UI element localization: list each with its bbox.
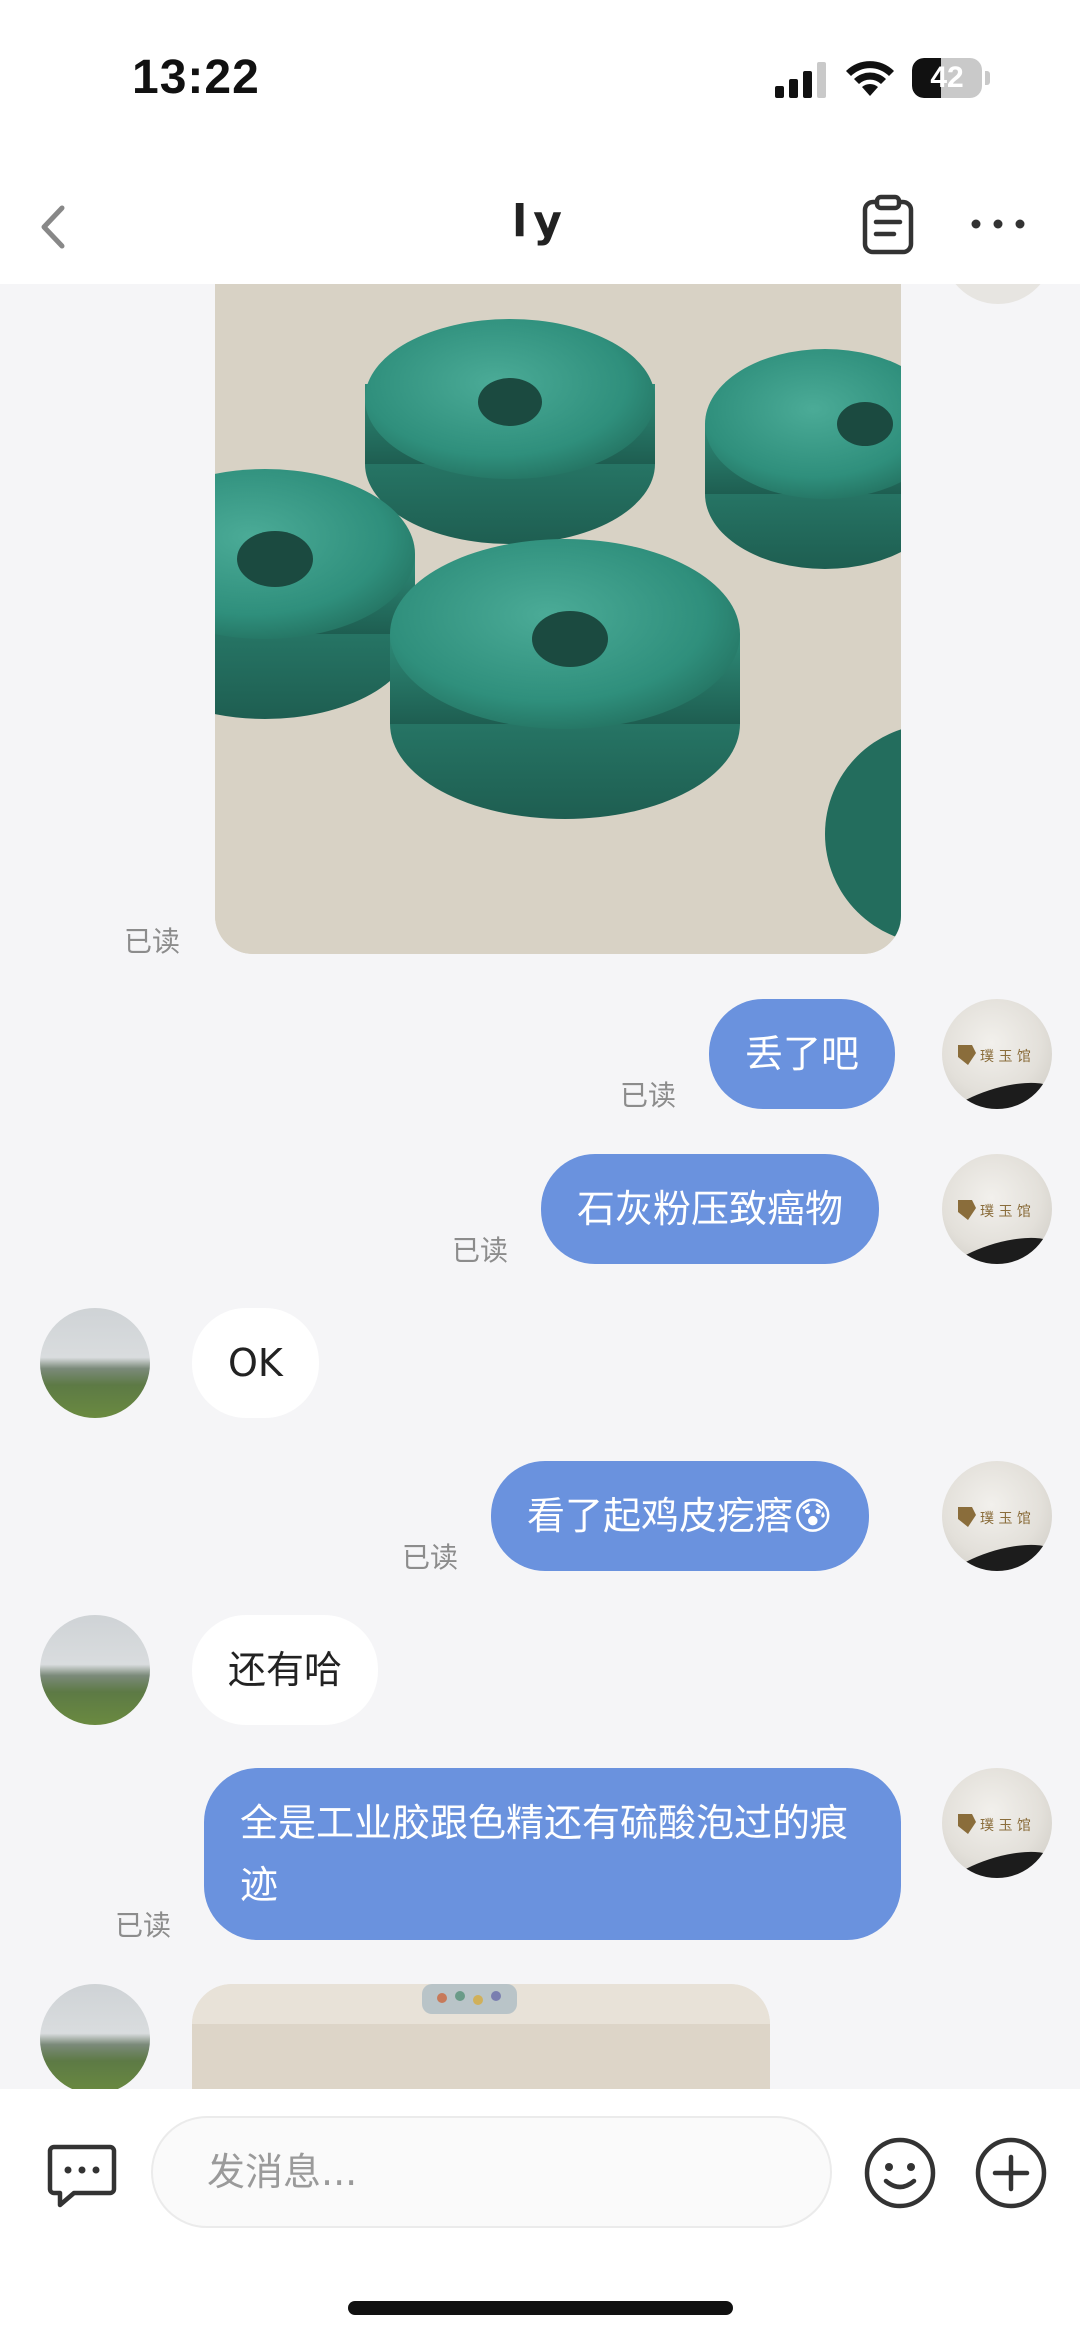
message-bubble-incoming[interactable]: OK xyxy=(192,1308,319,1418)
battery-percent: 42 xyxy=(930,61,964,94)
chat-header: ly xyxy=(0,170,1080,284)
message-bubble-outgoing[interactable]: 丢了吧 xyxy=(709,999,896,1109)
svg-text:璞 玉 馆: 璞 玉 馆 xyxy=(980,1511,1031,1527)
read-status: 已读 xyxy=(124,925,181,958)
read-status: 已读 xyxy=(452,1234,509,1267)
avatar[interactable]: 璞 玉 馆 xyxy=(942,1461,1052,1571)
brand-logo: 璞 玉 馆 xyxy=(958,1814,1031,1834)
message-bubble-outgoing[interactable]: 全是工业胶跟色精还有硫酸泡过的痕迹 xyxy=(204,1768,901,1940)
message-bubble-incoming[interactable]: 还有哈 xyxy=(192,1615,379,1725)
avatar[interactable]: 璞 玉 馆 xyxy=(942,999,1052,1109)
clipboard-icon[interactable] xyxy=(860,194,916,256)
read-status: 已读 xyxy=(620,1079,677,1112)
battery-icon: 42 xyxy=(912,58,990,98)
plus-icon[interactable] xyxy=(973,2135,1049,2211)
brand-logo: 璞 玉 馆 xyxy=(958,1200,1031,1220)
message-toggle-icon[interactable] xyxy=(46,2141,118,2209)
avatar[interactable] xyxy=(943,284,1053,304)
status-time: 13:22 xyxy=(132,51,260,104)
svg-text:璞 玉 馆: 璞 玉 馆 xyxy=(980,1204,1031,1220)
home-indicator xyxy=(348,2301,733,2315)
avatar[interactable] xyxy=(40,1308,150,1418)
beads-photo xyxy=(215,284,901,954)
photo-preview xyxy=(192,1984,770,2089)
message-bubble-outgoing[interactable]: 石灰粉压致癌物 xyxy=(541,1154,880,1264)
read-status: 已读 xyxy=(115,1909,172,1942)
image-message[interactable] xyxy=(215,284,901,954)
svg-text:璞 玉 馆: 璞 玉 馆 xyxy=(980,1049,1031,1065)
chat-title: ly xyxy=(512,196,568,247)
emoji-icon[interactable] xyxy=(862,2135,938,2211)
composer-bar: 发消息... xyxy=(0,2089,1080,2341)
svg-text:璞 玉 馆: 璞 玉 馆 xyxy=(980,1818,1031,1834)
status-bar: 13:22 42 xyxy=(0,0,1080,170)
message-list[interactable]: 已读 璞 玉 馆 丢了吧 已读 璞 玉 馆 石灰粉压致癌物 已读 OK 璞 玉 … xyxy=(0,284,1080,2089)
brand-logo: 璞 玉 馆 xyxy=(958,1507,1031,1527)
avatar[interactable] xyxy=(40,1984,150,2089)
message-input[interactable]: 发消息... xyxy=(151,2116,832,2228)
avatar[interactable]: 璞 玉 馆 xyxy=(942,1768,1052,1878)
more-dots-icon[interactable] xyxy=(968,204,1028,244)
image-message[interactable] xyxy=(192,1984,770,2089)
signal-icon xyxy=(775,62,826,98)
wifi-icon xyxy=(846,61,894,96)
read-status: 已读 xyxy=(402,1541,459,1574)
message-bubble-outgoing[interactable]: 看了起鸡皮疙瘩😰 xyxy=(491,1461,869,1571)
brand-logo: 璞 玉 馆 xyxy=(958,1045,1031,1065)
avatar[interactable] xyxy=(40,1615,150,1725)
avatar[interactable]: 璞 玉 馆 xyxy=(942,1154,1052,1264)
